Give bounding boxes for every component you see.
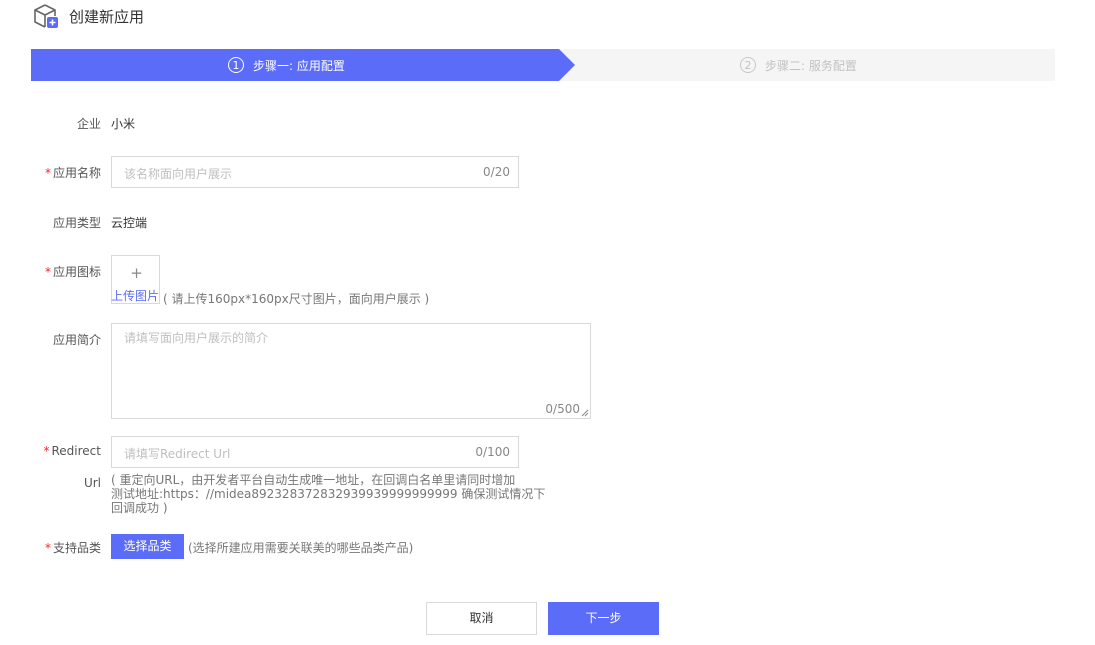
app-intro-textarea[interactable]: 请填写面向用户展示的简介 0/500	[111, 323, 591, 419]
stepper: 1 步骤一: 应用配置 2 步骤二: 服务配置	[31, 49, 1055, 81]
page-title: 创建新应用	[69, 8, 145, 26]
required-mark: *	[44, 166, 51, 180]
cancel-button[interactable]: 取消	[426, 602, 537, 635]
select-category-button[interactable]: 选择品类	[111, 534, 184, 559]
app-name-counter: 0/20	[483, 165, 510, 179]
redirect-label-line1: Redirect	[51, 444, 102, 458]
category-hint: (选择所建应用需要关联美的哪些品类产品)	[188, 541, 414, 555]
redirect-hint-line1: ( 重定向URL，由开发者平台自动生成唯一地址，在回调白名单里请同时增加	[111, 473, 516, 487]
app-intro-label: 应用简介	[52, 333, 101, 347]
required-mark: *	[43, 444, 50, 458]
upload-image-link[interactable]: 上传图片	[111, 287, 159, 304]
redirect-hint-line3: 回调成功 )	[111, 501, 168, 515]
app-type-value: 云控端	[111, 216, 148, 230]
redirect-label-line2: Url	[83, 476, 101, 490]
app-name-label: * 应用名称	[29, 164, 101, 181]
next-step-button[interactable]: 下一步	[548, 602, 659, 635]
redirect-url-placeholder: 请填写Redirect Url	[124, 447, 231, 461]
company-label: 企业	[76, 117, 101, 131]
redirect-hint: ( 重定向URL，由开发者平台自动生成唯一地址，在回调白名单里请同时增加 测试地…	[111, 473, 545, 515]
redirect-url-input[interactable]: 请填写Redirect Url 0/100	[111, 436, 519, 468]
required-mark: *	[44, 265, 51, 279]
app-intro-placeholder: 请填写面向用户展示的简介	[124, 331, 269, 345]
app-name-input[interactable]: 该名称面向用户展示 0/20	[111, 156, 519, 188]
redirect-hint-line2: 测试地址:https：//midea8923283728329399399999…	[111, 487, 546, 501]
app-name-label-text: 应用名称	[52, 166, 101, 180]
plus-icon: +	[130, 264, 143, 282]
category-label: * 支持品类	[29, 539, 101, 556]
step-2-number: 2	[740, 57, 756, 73]
upload-hint: ( 请上传160px*160px尺寸图片，面向用户展示 )	[163, 292, 430, 306]
redirect-label: * Redirect	[29, 444, 102, 458]
step-1-number: 1	[228, 57, 244, 73]
company-value: 小米	[111, 117, 136, 131]
category-label-text: 支持品类	[52, 541, 101, 555]
app-intro-counter: 0/500	[545, 402, 580, 416]
step-1-label: 步骤一: 应用配置	[253, 58, 345, 73]
required-mark: *	[44, 541, 51, 555]
step-1[interactable]: 1 步骤一: 应用配置	[228, 49, 345, 81]
step-2[interactable]: 2 步骤二: 服务配置	[740, 49, 857, 81]
app-icon-label-text: 应用图标	[52, 265, 101, 279]
app-box-add-icon	[34, 4, 58, 28]
step-2-label: 步骤二: 服务配置	[765, 58, 857, 73]
app-icon-label: * 应用图标	[29, 263, 101, 280]
step-active-arrow	[559, 49, 575, 81]
redirect-url-counter: 0/100	[475, 445, 510, 459]
resize-handle-icon[interactable]	[581, 409, 589, 417]
app-name-placeholder: 该名称面向用户展示	[124, 167, 233, 181]
app-type-label: 应用类型	[52, 216, 101, 230]
